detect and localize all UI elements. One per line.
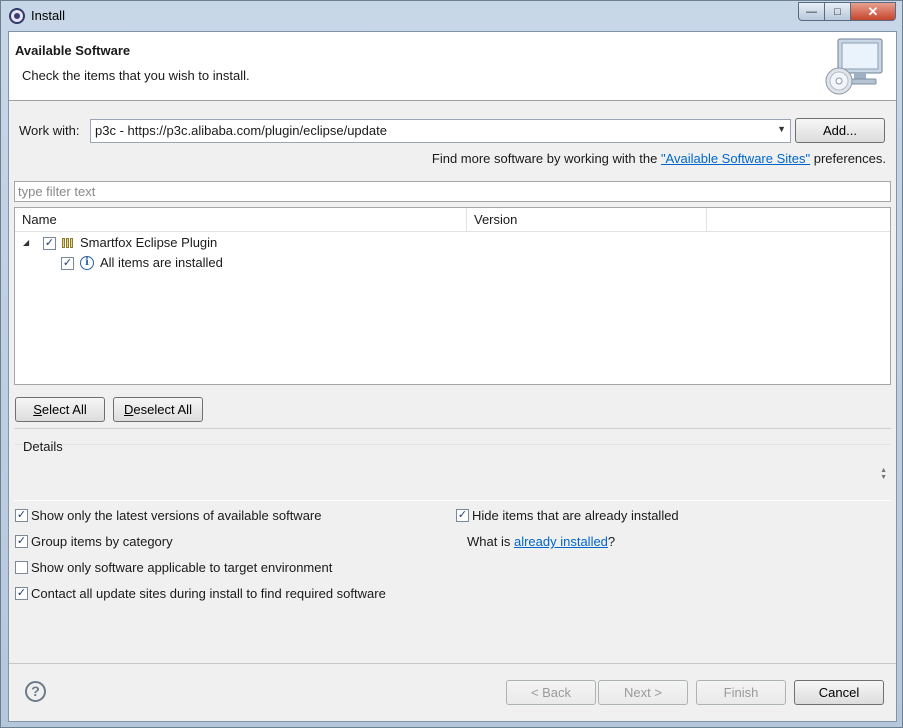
cancel-button[interactable]: Cancel bbox=[794, 680, 884, 705]
target-environment-checkbox[interactable] bbox=[15, 561, 28, 574]
contact-sites-checkbox[interactable]: ✓ bbox=[15, 587, 28, 600]
details-separator bbox=[14, 428, 891, 429]
contact-sites-label: Contact all update sites during install … bbox=[31, 586, 386, 601]
group-by-category-label: Group items by category bbox=[31, 534, 173, 549]
group-by-category-checkbox[interactable]: ✓ bbox=[15, 535, 28, 548]
next-button[interactable]: Next > bbox=[598, 680, 688, 705]
feature-group-icon bbox=[62, 238, 74, 248]
details-label: Details bbox=[23, 439, 63, 454]
option-contact-sites[interactable]: ✓ Contact all update sites during instal… bbox=[15, 586, 386, 601]
already-installed-link[interactable]: already installed bbox=[514, 534, 608, 549]
minimize-button[interactable]: — bbox=[798, 2, 825, 21]
tree-row-category[interactable]: ◢ ✓ Smartfox Eclipse Plugin bbox=[23, 234, 217, 252]
hide-installed-checkbox[interactable]: ✓ bbox=[456, 509, 469, 522]
work-with-value: p3c - https://p3c.alibaba.com/plugin/ecl… bbox=[95, 123, 387, 138]
info-item-label: All items are installed bbox=[100, 255, 223, 270]
tree-header: Name Version bbox=[15, 208, 890, 232]
option-latest-versions[interactable]: ✓ Show only the latest versions of avail… bbox=[15, 508, 322, 523]
maximize-button[interactable]: □ bbox=[825, 2, 851, 21]
hide-installed-label: Hide items that are already installed bbox=[472, 508, 679, 523]
install-software-icon bbox=[825, 38, 883, 95]
details-area: ▲ ▼ bbox=[14, 444, 891, 501]
target-environment-label: Show only software applicable to target … bbox=[31, 560, 333, 575]
finish-button[interactable]: Finish bbox=[696, 680, 786, 705]
filter-input[interactable]: type filter text bbox=[14, 181, 891, 202]
details-scroll-arrows-icon[interactable]: ▲ ▼ bbox=[880, 467, 887, 481]
option-target-environment[interactable]: Show only software applicable to target … bbox=[15, 560, 332, 575]
eclipse-icon bbox=[9, 8, 25, 24]
what-is-installed-text: What is already installed? bbox=[467, 534, 616, 549]
window-controls: — □ ✕ bbox=[798, 2, 896, 21]
add-site-button[interactable]: Add... bbox=[795, 118, 885, 143]
option-group-by-category[interactable]: ✓ Group items by category bbox=[15, 534, 173, 549]
page-description: Check the items that you wish to install… bbox=[22, 68, 250, 83]
select-all-button[interactable]: Select All bbox=[15, 397, 105, 422]
column-version[interactable]: Version bbox=[467, 208, 707, 232]
work-with-label: Work with: bbox=[19, 123, 80, 138]
software-tree[interactable]: Name Version ◢ ✓ Smartfox Eclipse Plugin… bbox=[14, 207, 891, 385]
info-item-checkbox[interactable]: ✓ bbox=[61, 256, 74, 270]
footer-separator bbox=[9, 663, 896, 664]
close-button[interactable]: ✕ bbox=[851, 2, 896, 21]
find-more-text: Find more software by working with the "… bbox=[431, 151, 886, 166]
wizard-header: Available Software Check the items that … bbox=[9, 32, 896, 101]
window-title: Install bbox=[31, 8, 65, 23]
category-checkbox[interactable]: ✓ bbox=[43, 236, 56, 250]
latest-versions-label: Show only the latest versions of availab… bbox=[31, 508, 322, 523]
tree-row-info[interactable]: ✓ i All items are installed bbox=[61, 254, 223, 272]
page-title: Available Software bbox=[15, 43, 131, 58]
help-icon[interactable]: ? bbox=[25, 681, 46, 702]
category-label: Smartfox Eclipse Plugin bbox=[80, 235, 218, 250]
option-hide-installed[interactable]: ✓ Hide items that are already installed bbox=[456, 508, 679, 523]
install-dialog: Install — □ ✕ Available Software Check t… bbox=[0, 0, 903, 728]
dialog-client-area: Available Software Check the items that … bbox=[8, 31, 897, 722]
latest-versions-checkbox[interactable]: ✓ bbox=[15, 509, 28, 522]
info-icon: i bbox=[80, 256, 94, 270]
work-with-combo[interactable]: p3c - https://p3c.alibaba.com/plugin/ecl… bbox=[90, 119, 791, 143]
back-button[interactable]: < Back bbox=[506, 680, 596, 705]
title-bar[interactable]: Install — □ ✕ bbox=[1, 1, 902, 31]
expand-arrow-icon[interactable]: ◢ bbox=[23, 234, 35, 252]
column-name[interactable]: Name bbox=[15, 208, 467, 232]
dropdown-arrow-icon[interactable]: ▼ bbox=[777, 124, 786, 134]
deselect-all-button[interactable]: Deselect All bbox=[113, 397, 203, 422]
available-sites-link[interactable]: "Available Software Sites" bbox=[661, 151, 810, 166]
